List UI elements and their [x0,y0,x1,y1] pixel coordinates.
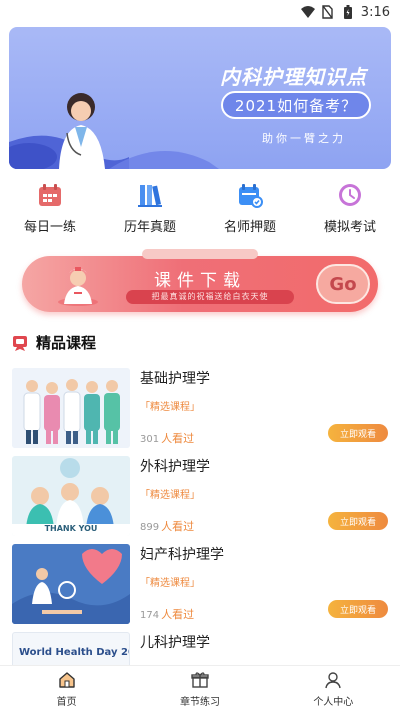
no-sim-icon [321,5,335,19]
banner-top-tag [142,249,258,259]
tab-home[interactable]: 首页 [0,666,133,711]
banner-pill: 2021如何备考？ [221,91,371,119]
gift-box-icon [190,670,210,690]
user-icon [323,670,343,690]
shortcut-grid: 每日一练 历年真题 名师押题 模拟考试 [0,180,400,240]
wifi-icon [300,5,315,19]
shortcut-label: 名师押题 [223,220,276,235]
course-name: 妇产科护理学 [140,547,224,563]
tab-label: 章节练习 [179,696,220,708]
course-name: 外科护理学 [140,459,210,475]
banner-subtitle: 助你一臂之力 [262,132,346,145]
tab-profile[interactable]: 个人中心 [267,666,400,711]
clock-icon [335,180,365,210]
course-views: 174 人看过 [140,606,194,622]
views-count: 174 [140,610,160,621]
course-name: 基础护理学 [140,371,210,387]
battery-icon [341,5,355,19]
thumbnail-caption: World Health Day 2020 [19,647,129,658]
watch-now-button[interactable]: 立即观看 [328,512,388,530]
go-button[interactable]: Go [316,264,370,304]
views-count: 301 [140,434,160,445]
calendar-check-icon [235,180,265,210]
course-name: 儿科护理学 [140,635,210,651]
promo-banner[interactable]: 内科护理知识点 2021如何备考？ 助你一臂之力 [9,27,391,169]
course-tag: 「精选课程」 [140,490,200,501]
courseware-strip-text: 把最真诚的祝福送给白衣天使 [126,290,294,304]
course-thumbnail [12,368,130,448]
course-item[interactable]: 妇产科护理学 「精选课程」 174 人看过 立即观看 [12,544,390,628]
course-item[interactable]: THANK YOU 外科护理学 「精选课程」 899 人看过 立即观看 [12,456,390,540]
watch-now-button[interactable]: 立即观看 [328,600,388,618]
shortcut-label: 历年真题 [123,220,176,235]
thumbnail-caption: THANK YOU [44,524,98,533]
course-item[interactable]: 基础护理学 「精选课程」 301 人看过 立即观看 [12,368,390,452]
views-unit: 人看过 [161,432,195,445]
books-icon [135,180,165,210]
shortcut-daily-practice[interactable]: 每日一练 [0,180,100,240]
views-unit: 人看过 [161,608,195,621]
course-views: 899 人看过 [140,518,194,534]
section-title: 精品课程 [36,334,97,352]
course-thumbnail: World Health Day 2020 [12,632,130,665]
watch-now-button[interactable]: 立即观看 [328,424,388,442]
courseware-download-banner[interactable]: 课件下载 把最真诚的祝福送给白衣天使 Go [22,249,378,312]
status-bar: 3:16 [0,0,400,24]
medal-icon [13,335,27,351]
tab-label: 个人中心 [313,696,354,708]
course-tag: 「精选课程」 [140,578,200,589]
course-thumbnail: THANK YOU [12,456,130,536]
tab-label: 首页 [56,696,77,708]
section-header: 精品课程 [12,332,96,353]
banner-title: 内科护理知识点 [220,65,367,89]
calendar-icon [35,180,65,210]
tab-chapter-practice[interactable]: 章节练习 [133,666,266,711]
bottom-tab-bar: 首页 章节练习 个人中心 [0,665,400,711]
shortcut-label: 每日一练 [23,220,76,235]
home-icon [57,670,77,690]
shortcut-mock-exam[interactable]: 模拟考试 [300,180,400,240]
views-unit: 人看过 [161,520,195,533]
shortcut-teacher-predictions[interactable]: 名师押题 [200,180,300,240]
course-thumbnail [12,544,130,624]
views-count: 899 [140,522,160,533]
course-tag: 「精选课程」 [140,402,200,413]
shortcut-label: 模拟考试 [323,220,376,235]
course-views: 301 人看过 [140,430,194,446]
shortcut-past-exams[interactable]: 历年真题 [100,180,200,240]
status-time: 3:16 [360,4,390,20]
course-item[interactable]: World Health Day 2020 儿科护理学 [12,632,390,665]
